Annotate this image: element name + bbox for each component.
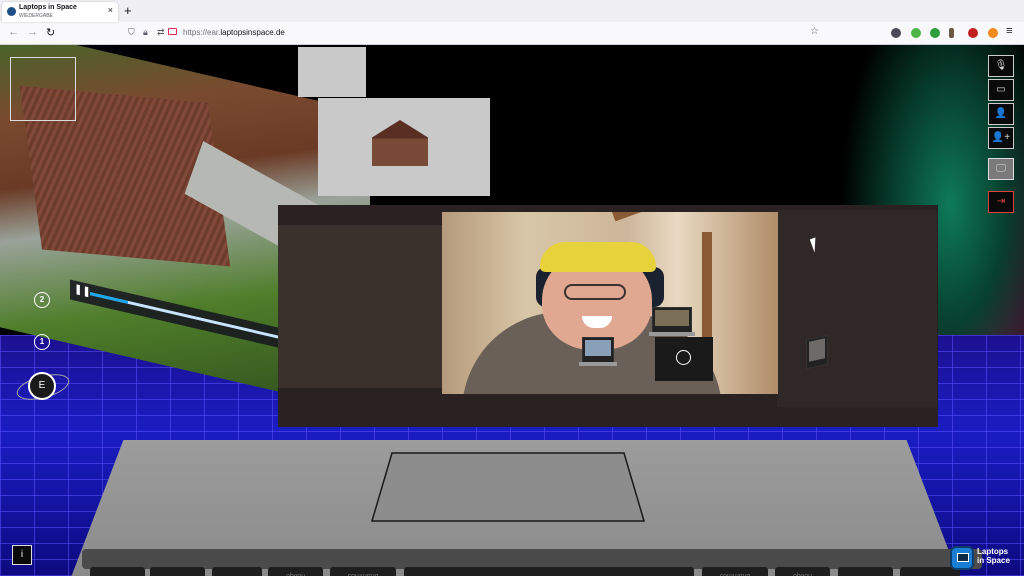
video-progress-bar[interactable] (90, 292, 290, 342)
leave-button[interactable]: ⇥ (988, 191, 1014, 213)
back-icon[interactable]: ← (8, 26, 19, 38)
laptop-base-mini (649, 332, 695, 336)
screen-share-button[interactable]: 🖵 (988, 158, 1014, 180)
key-space (404, 567, 694, 576)
room-left-panel (278, 225, 443, 388)
house-image (372, 120, 428, 166)
hamburger-menu-icon[interactable]: ≡ (1006, 25, 1012, 37)
webcam-video-feed[interactable] (442, 212, 778, 394)
tracking-shield-icon[interactable]: ⛉ (128, 27, 135, 38)
thumbnail-card-top[interactable] (298, 47, 366, 97)
trackpad[interactable] (370, 451, 646, 523)
favicon-icon (7, 7, 16, 16)
reload-icon[interactable]: ↻ (46, 26, 55, 39)
bookmark-star-icon[interactable]: ☆ (810, 26, 819, 37)
selection-frame (10, 57, 76, 121)
floor-level-1-button[interactable]: 1 (34, 334, 50, 350)
key-option-right: option (775, 567, 830, 576)
url-field[interactable]: https://ear.laptopsinspace.de (183, 28, 285, 37)
pause-icon[interactable]: ❚❚ (74, 283, 91, 298)
camera-button[interactable]: ▭ (988, 79, 1014, 101)
tab-laptops-in-space[interactable]: Laptops in Space WIEDERGABE × (2, 2, 118, 22)
key-command: command (330, 567, 396, 576)
microphone-button[interactable]: 🎙 (988, 55, 1014, 77)
info-button[interactable]: i (12, 545, 32, 565)
3d-space-scene[interactable]: ❚❚ vimeo 2 1 E (0, 45, 1024, 576)
add-user-button[interactable]: 👤+ (988, 127, 1014, 149)
browser-chrome: Laptops in Space WIEDERGABE × + ← → ↻ ⛉ … (0, 0, 1024, 45)
permissions-icon[interactable]: ⇄ (157, 27, 165, 38)
participant-laptop-2[interactable] (649, 307, 695, 336)
glasses (564, 284, 626, 300)
extension-orange-icon[interactable] (988, 28, 998, 38)
url-domain: laptopsinspace.de (220, 28, 285, 37)
logo-screen (957, 553, 969, 562)
ceiling-beam (612, 212, 776, 222)
participant-screen (655, 310, 689, 326)
key (90, 567, 145, 576)
lock-icon[interactable]: 🔒︎ (143, 27, 148, 38)
key (838, 567, 893, 576)
extension-red-icon[interactable] (968, 28, 978, 38)
extension-green-icon[interactable] (911, 28, 921, 38)
video-progress-fill (90, 292, 128, 304)
extension-mic-icon[interactable] (949, 28, 954, 38)
navigation-bar: ← → ↻ ⛉ 🔒︎ ⇄ https://ear.laptopsinspace.… (0, 23, 1024, 45)
key-command-right: command (702, 567, 768, 576)
laptop-base-mini (579, 362, 617, 366)
laptops-in-space-logo-icon (950, 546, 974, 570)
participant-laptop-3[interactable] (806, 334, 828, 370)
house-thumbnail-card[interactable] (318, 98, 490, 196)
person-hat (540, 242, 656, 272)
key-option: option (268, 567, 323, 576)
wall-beam (702, 232, 712, 352)
floor-level-e-button[interactable]: E (28, 372, 56, 400)
floor-level-2-button[interactable]: 2 (34, 292, 50, 308)
brand-line-1: Laptops (977, 547, 1009, 556)
close-tab-icon[interactable]: × (108, 5, 113, 15)
brand-name: Laptops in Space (977, 547, 1010, 565)
new-tab-button[interactable]: + (124, 3, 132, 18)
extension-badge-icon[interactable] (930, 28, 940, 38)
participant-laptop-1[interactable] (579, 337, 617, 366)
pocket-icon[interactable] (891, 28, 901, 38)
trackpad-surface[interactable] (370, 452, 646, 522)
tab-strip: Laptops in Space WIEDERGABE × + (0, 0, 1024, 22)
room-right-panel (777, 210, 937, 407)
tab-subtitle: WIEDERGABE (19, 13, 53, 19)
forward-icon[interactable]: → (27, 26, 38, 38)
record-circle-icon[interactable] (676, 350, 691, 365)
url-scheme: https://ear. (183, 28, 221, 37)
participant-screen (809, 338, 825, 362)
tab-title: Laptops in Space (19, 4, 77, 11)
camera-sharing-icon[interactable] (168, 28, 177, 35)
participant-screen (585, 340, 611, 356)
keyboard-edge (82, 549, 982, 569)
brand-line-2: in Space (977, 556, 1010, 565)
key (150, 567, 205, 576)
user-button[interactable]: 👤 (988, 103, 1014, 125)
key (212, 567, 262, 576)
